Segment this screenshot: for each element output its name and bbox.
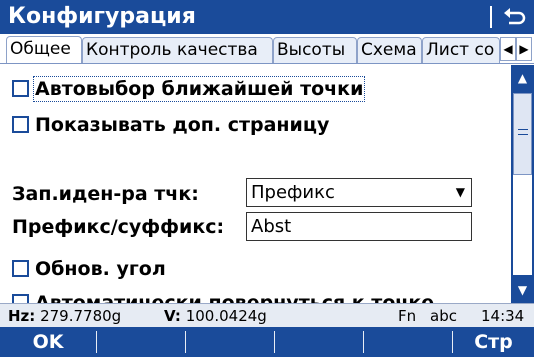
show-extra-page-label: Показывать доп. страницу <box>35 114 330 136</box>
auto-nearest-checkbox[interactable] <box>12 80 29 97</box>
tab-scroll-left-icon[interactable]: ◀ <box>500 37 516 61</box>
point-id-value: Префикс <box>251 182 335 203</box>
tab-sheet-label: Лист со <box>426 40 495 60</box>
point-id-select[interactable]: Префикс ▼ <box>246 178 472 207</box>
window-title: Конфигурация <box>8 4 196 29</box>
show-extra-page-checkbox[interactable] <box>12 116 29 133</box>
v-value: 100.0424g <box>185 307 267 325</box>
update-angle-checkbox[interactable] <box>12 260 29 277</box>
tab-quality-control[interactable]: Контроль качества <box>82 37 273 63</box>
v-readout: V: 100.0424g <box>164 305 267 327</box>
prefix-suffix-input[interactable]: Abst <box>246 212 472 241</box>
title-separator <box>490 6 492 28</box>
tab-sheet[interactable]: Лист со <box>422 37 500 63</box>
hz-value: 279.7780g <box>40 307 122 325</box>
dropdown-arrow-icon: ▼ <box>455 185 465 199</box>
scroll-thumb[interactable] <box>513 93 532 175</box>
auto-nearest-label: Автовыбор ближайшей точки <box>32 76 366 102</box>
ok-button[interactable]: OK <box>0 327 96 357</box>
status-bar: Hz: 279.7780g V: 100.0424g Fn abc 14:34 <box>0 303 534 327</box>
softkey-bar: OK Стр <box>0 327 534 357</box>
hz-readout: Hz: 279.7780g <box>8 305 121 327</box>
general-settings-panel: Автовыбор ближайшей точки Показывать доп… <box>0 65 510 303</box>
tab-quality-control-label: Контроль качества <box>86 40 258 60</box>
v-label: V: <box>164 307 181 325</box>
prefix-suffix-value: Abst <box>251 216 292 237</box>
softkey-f2[interactable] <box>97 327 185 357</box>
page-button[interactable]: Стр <box>453 327 534 357</box>
update-angle-label: Обнов. угол <box>35 258 166 280</box>
scroll-grip-icon <box>518 129 528 135</box>
auto-turn-option[interactable]: Автоматически повернуться к точке <box>12 291 434 303</box>
clock: 14:34 <box>481 307 525 325</box>
tab-scheme[interactable]: Схема <box>357 37 422 63</box>
scroll-down-icon[interactable]: ▼ <box>511 277 534 303</box>
hz-label: Hz: <box>8 307 36 325</box>
tab-scroll-right-icon[interactable]: ▶ <box>516 37 532 61</box>
softkey-f4[interactable] <box>275 327 363 357</box>
prefix-suffix-label: Префикс/суффикс: <box>12 216 225 238</box>
softkey-f5[interactable] <box>364 327 452 357</box>
softkey-f3[interactable] <box>186 327 274 357</box>
auto-turn-checkbox[interactable] <box>12 294 29 303</box>
back-icon[interactable] <box>500 4 528 30</box>
tab-general-label: Общее <box>10 39 71 59</box>
vertical-scrollbar[interactable]: ▲ ▼ <box>511 65 534 303</box>
point-id-label: Зап.иден-ра тчк: <box>12 183 199 205</box>
fn-indicator: Fn <box>398 307 417 325</box>
auto-nearest-option[interactable]: Автовыбор ближайшей точки <box>12 76 366 102</box>
title-bar: Конфигурация <box>0 0 534 34</box>
auto-turn-label: Автоматически повернуться к точке <box>35 292 435 303</box>
show-extra-page-option[interactable]: Показывать доп. страницу <box>12 113 329 137</box>
tab-heights[interactable]: Высоты <box>273 37 357 63</box>
tab-heights-label: Высоты <box>277 40 346 60</box>
scroll-up-icon[interactable]: ▲ <box>511 65 534 91</box>
tab-strip: Общее Контроль качества Высоты Схема Лис… <box>0 34 534 64</box>
update-angle-option[interactable]: Обнов. угол <box>12 257 166 281</box>
tab-general[interactable]: Общее <box>6 36 82 63</box>
tab-scheme-label: Схема <box>361 40 417 60</box>
input-mode-indicator: abc <box>430 307 457 325</box>
